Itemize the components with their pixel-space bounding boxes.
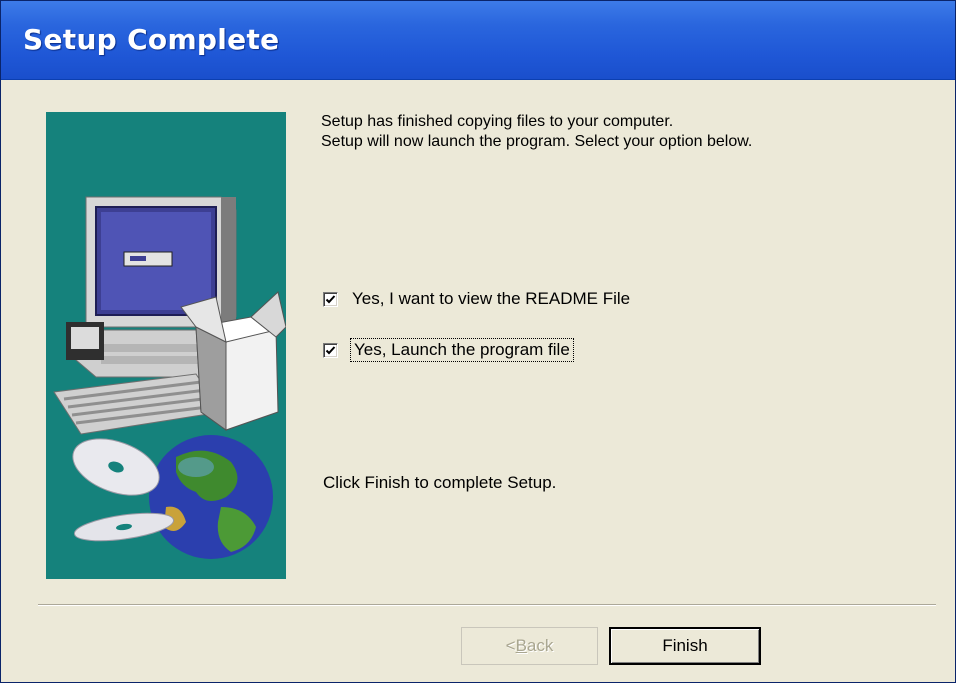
back-label-prefix: < — [505, 636, 516, 655]
setup-complete-window: Setup Complete Setup has finished copyin… — [0, 0, 956, 683]
message-line-2: Setup will now launch the program. Selec… — [321, 133, 753, 150]
back-label-mnemonic: B — [515, 636, 527, 655]
back-button[interactable]: < Back — [461, 627, 598, 665]
button-divider — [38, 604, 936, 606]
launch-program-option[interactable]: Yes, Launch the program file — [323, 338, 574, 362]
view-readme-checkbox[interactable] — [323, 291, 338, 307]
launch-program-label[interactable]: Yes, Launch the program file — [350, 338, 574, 362]
message-line-1: Setup has finished copying files to your… — [321, 113, 674, 130]
setup-message: Setup has finished copying files to your… — [321, 112, 752, 152]
view-readme-option[interactable]: Yes, I want to view the README File — [323, 288, 630, 310]
finish-hint: Click Finish to complete Setup. — [323, 473, 557, 492]
launch-program-checkbox[interactable] — [323, 342, 338, 358]
computer-box-cd-globe-icon — [53, 196, 286, 559]
view-readme-label[interactable]: Yes, I want to view the README File — [352, 289, 630, 309]
checkmark-icon — [325, 294, 336, 303]
back-label-rest: ack — [526, 636, 554, 655]
dialog-body: Setup has finished copying files to your… — [3, 80, 953, 680]
setup-illustration — [46, 112, 286, 579]
title-bar: Setup Complete — [1, 1, 955, 80]
window-title: Setup Complete — [23, 23, 280, 56]
finish-button[interactable]: Finish — [609, 627, 761, 665]
checkmark-icon — [325, 345, 336, 354]
